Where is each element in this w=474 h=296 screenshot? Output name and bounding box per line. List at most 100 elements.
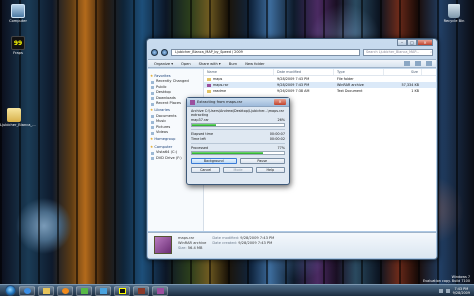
organize-button[interactable]: Organize ▾ bbox=[154, 62, 173, 66]
processed-row: Processed 77% bbox=[191, 146, 285, 150]
desktop-icon-label: Recycle Bin bbox=[443, 19, 465, 23]
fraps-icon: 99 bbox=[11, 36, 25, 50]
address-bar[interactable]: Ljubicher_Bianca_MAP_by_Speed / 2009 bbox=[171, 48, 360, 56]
details-pane: maps.rar WinRAR archive Size: 56.4 MB Da… bbox=[148, 232, 436, 258]
processed-percent: 77% bbox=[277, 146, 285, 151]
details-size: 56.4 MB bbox=[187, 246, 203, 250]
details-modified: 9/28/2009 7:43 PM bbox=[240, 236, 275, 240]
dialog-body: Archive C:\Users\Andrew\Desktop\Ljubiche… bbox=[187, 107, 289, 175]
taskbar-app[interactable] bbox=[95, 285, 111, 296]
desktop-icon-label: Computer bbox=[9, 19, 27, 23]
taskbar-ie[interactable] bbox=[19, 285, 35, 296]
volume-icon[interactable] bbox=[445, 288, 450, 293]
view-controls bbox=[404, 61, 436, 66]
details-created-label: Date created: bbox=[212, 241, 238, 245]
game-icon bbox=[137, 287, 145, 294]
cancel-button[interactable]: Cancel bbox=[191, 167, 221, 174]
address-row: Ljubicher_Bianca_MAP_by_Speed / 2009 Sea… bbox=[151, 48, 433, 56]
column-date[interactable]: Date modified bbox=[274, 69, 334, 75]
dialog-buttons-row1: Background Pause bbox=[191, 158, 285, 165]
current-file-percent: 26% bbox=[277, 117, 285, 122]
app-icon bbox=[99, 287, 107, 294]
total-progress-bar bbox=[191, 151, 285, 156]
new-folder-button[interactable]: New folder bbox=[245, 62, 264, 66]
dialog-title: Extracting from maps.rar bbox=[197, 100, 243, 104]
media-player-icon bbox=[61, 287, 69, 294]
clock-date: 9/28/2009 bbox=[452, 290, 470, 295]
details-dates: Date modified: 9/28/2009 7:43 PM Date cr… bbox=[212, 236, 274, 255]
extract-dialog[interactable]: Extracting from maps.rar × Archive C:\Us… bbox=[186, 97, 290, 185]
winrar-icon bbox=[156, 287, 164, 294]
file-progress-fill bbox=[192, 124, 216, 127]
column-headers: Name Date modified Type Size bbox=[204, 69, 436, 76]
file-progress-bar bbox=[191, 123, 285, 128]
network-icon[interactable] bbox=[438, 288, 443, 293]
back-button[interactable] bbox=[151, 48, 158, 56]
recycle-bin-icon bbox=[448, 4, 460, 18]
details-created-row: Date created: 9/28/2009 7:43 PM bbox=[212, 241, 274, 246]
taskbar-fraps[interactable] bbox=[114, 285, 130, 296]
mode-button[interactable]: Mode bbox=[223, 167, 253, 174]
time-left-row: Time left 00:00:02 bbox=[191, 137, 285, 141]
file-row[interactable]: readme 9/26/2009 7:38 AM Text Document 1… bbox=[204, 88, 436, 94]
file-type: Text Document bbox=[337, 89, 363, 93]
search-input[interactable]: Search Ljubicher_Bianca_MAP... ⌕ bbox=[363, 48, 433, 56]
details-meta: maps.rar WinRAR archive Size: 56.4 MB bbox=[178, 236, 206, 255]
open-button[interactable]: Open bbox=[181, 62, 191, 66]
current-file-row: map37.rar 26% bbox=[191, 118, 285, 122]
divider bbox=[191, 143, 285, 145]
taskbar-media[interactable] bbox=[57, 285, 73, 296]
background-button[interactable]: Background bbox=[191, 158, 237, 165]
internet-explorer-icon bbox=[23, 287, 31, 294]
windows-watermark: Windows 7 Evaluation copy. Build 7100 bbox=[423, 275, 470, 283]
burn-button[interactable]: Burn bbox=[229, 62, 237, 66]
computer-icon bbox=[11, 4, 25, 18]
dialog-titlebar[interactable]: Extracting from maps.rar × bbox=[187, 98, 289, 107]
column-type[interactable]: Type bbox=[334, 69, 384, 75]
search-placeholder: Search Ljubicher_Bianca_MAP... bbox=[366, 49, 420, 54]
taskbar: 7:43 PM 9/28/2009 bbox=[0, 284, 474, 296]
close-button[interactable]: × bbox=[417, 39, 433, 46]
details-created: 9/28/2009 7:43 PM bbox=[238, 241, 273, 245]
desktop-icon-fraps[interactable]: 99 Fraps bbox=[4, 36, 32, 55]
clock-time: 7:43 PM bbox=[454, 286, 469, 291]
taskbar-winrar[interactable] bbox=[152, 285, 168, 296]
share-button[interactable]: Share with ▾ bbox=[199, 62, 221, 66]
details-modified-label: Date modified: bbox=[212, 236, 240, 240]
preview-pane-icon[interactable] bbox=[415, 61, 421, 66]
taskbar-explorer[interactable] bbox=[38, 285, 54, 296]
desktop-icon-folder[interactable]: Ljubicher_Bianca_... bbox=[0, 108, 36, 127]
start-button[interactable] bbox=[5, 285, 16, 296]
time-left-label: Time left bbox=[191, 136, 206, 141]
torrent-icon bbox=[80, 287, 88, 294]
clock[interactable]: 7:43 PM 9/28/2009 bbox=[453, 287, 470, 295]
taskbar-torrent[interactable] bbox=[76, 285, 92, 296]
fraps-icon bbox=[118, 287, 126, 294]
system-tray: 7:43 PM 9/28/2009 bbox=[438, 287, 474, 295]
window-controls: – □ × bbox=[397, 39, 433, 46]
maximize-button[interactable]: □ bbox=[407, 39, 417, 46]
details-size-row: Size: 56.4 MB bbox=[178, 246, 206, 251]
forward-button[interactable] bbox=[161, 48, 168, 56]
desktop-icon-recycle-bin[interactable]: Recycle Bin bbox=[440, 4, 468, 23]
command-bar: Organize ▾ Open Share with ▾ Burn New fo… bbox=[148, 59, 436, 68]
time-left-value: 00:00:02 bbox=[269, 136, 285, 141]
minimize-button[interactable]: – bbox=[397, 39, 407, 46]
views-icon[interactable] bbox=[404, 61, 410, 66]
dialog-close-button[interactable]: × bbox=[274, 99, 286, 105]
help-icon[interactable] bbox=[426, 61, 432, 66]
watermark-line: Evaluation copy. Build 7100 bbox=[423, 279, 470, 283]
file-name: readme bbox=[204, 88, 274, 94]
search-icon: ⌕ bbox=[430, 49, 432, 54]
column-name[interactable]: Name bbox=[204, 69, 274, 75]
divider bbox=[191, 129, 285, 131]
desktop-icon-computer[interactable]: Computer bbox=[4, 4, 32, 23]
folder-icon bbox=[42, 287, 50, 294]
current-file: map37.rar bbox=[191, 117, 209, 122]
folder-icon bbox=[7, 108, 21, 122]
help-button[interactable]: Help bbox=[255, 167, 285, 174]
column-size[interactable]: Size bbox=[384, 69, 422, 75]
pause-button[interactable]: Pause bbox=[239, 158, 285, 165]
taskbar-game[interactable] bbox=[133, 285, 149, 296]
processed-label: Processed bbox=[191, 146, 209, 151]
